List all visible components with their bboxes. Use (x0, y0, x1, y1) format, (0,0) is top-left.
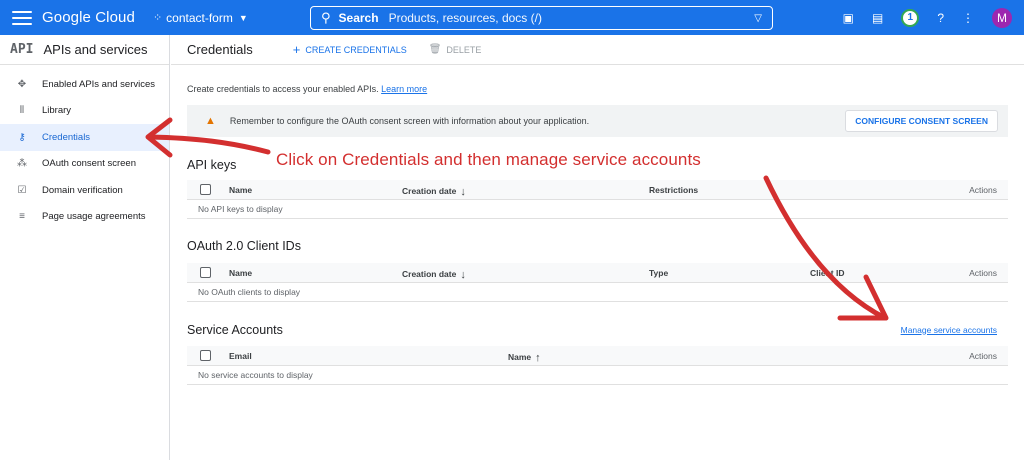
create-credentials-label: CREATE CREDENTIALS (305, 44, 407, 55)
api-icon: API (10, 42, 34, 57)
table-header: Email Name ↑ Actions (187, 346, 1008, 366)
oauth-clients-title: OAuth 2.0 Client IDs (187, 239, 301, 253)
column-header-name[interactable]: Name ↑ (508, 351, 541, 364)
delete-button[interactable]: 🗑 DELETE (429, 44, 482, 55)
column-header: Actions (969, 185, 997, 195)
manage-service-accounts-link[interactable]: Manage service accounts (901, 325, 997, 335)
more-vert-icon[interactable]: ⋮ (962, 11, 974, 25)
intro-message: Create credentials to access your enable… (187, 84, 379, 94)
learn-more-link[interactable]: Learn more (381, 84, 427, 94)
column-header[interactable]: Client ID (810, 268, 844, 278)
select-all-checkbox[interactable] (200, 184, 211, 195)
sidebar-item-label: Page usage agreements (42, 211, 146, 223)
service-accounts-title: Service Accounts (187, 322, 283, 337)
column-header[interactable]: Name (229, 268, 252, 278)
select-all-checkbox[interactable] (200, 350, 211, 361)
service-accounts-table: Email Name ↑ Actions No service accounts … (187, 346, 1008, 385)
settings-list-icon: ≡ (19, 211, 25, 223)
column-header[interactable]: Type (649, 268, 668, 278)
sidebar-item-label: OAuth consent screen (42, 158, 136, 170)
select-all-checkbox[interactable] (200, 267, 211, 278)
project-name: contact-form (166, 10, 233, 25)
project-selector[interactable]: ⁘ contact-form ▼ (153, 11, 248, 25)
top-app-bar: Google Cloud ⁘ contact-form ▼ ⚲ Search P… (0, 0, 1024, 35)
sidebar-item-label: Library (42, 105, 72, 117)
delete-label: DELETE (446, 44, 482, 55)
column-header[interactable]: Restrictions (649, 185, 698, 195)
empty-row: No OAuth clients to display (187, 283, 1008, 302)
arrow-down-icon: ↓ (460, 186, 466, 198)
add-icon: + (292, 42, 301, 57)
key-icon: ⚷ (18, 131, 26, 143)
enabled-apis-icon: ✥ (17, 78, 27, 90)
column-header[interactable]: Name (229, 185, 252, 195)
oauth-warning-banner: ▲ Remember to configure the OAuth consen… (187, 105, 1008, 137)
empty-row: No API keys to display (187, 200, 1008, 219)
search-input[interactable]: ⚲ Search Products, resources, docs (/) ▽ (310, 6, 773, 30)
column-header-creation-date[interactable]: Creation date ↓ (402, 185, 466, 198)
project-icon: ⁘ (152, 12, 163, 24)
google-cloud-logo[interactable]: Google Cloud (42, 9, 135, 26)
chevron-down-icon: ▼ (238, 12, 248, 23)
create-credentials-button[interactable]: + CREATE CREDENTIALS (293, 42, 407, 57)
column-header-creation-date[interactable]: Creation date ↓ (402, 268, 466, 281)
sidebar-item-label: Enabled APIs and services (42, 78, 156, 90)
sidebar-item-credentials[interactable]: ⚷ Credentials (0, 124, 169, 151)
cloud-shell-icon[interactable]: ▤ (872, 11, 883, 25)
configure-consent-screen-button[interactable]: CONFIGURE CONSENT SCREEN (845, 110, 998, 132)
empty-row: No service accounts to display (187, 366, 1008, 385)
page-header: Credentials + CREATE CREDENTIALS 🗑 DELET… (171, 35, 1024, 65)
sidebar-item-oauth-consent[interactable]: ⁂ OAuth consent screen (0, 151, 169, 178)
sidebar-title: APIs and services (43, 42, 148, 57)
intro-text: Create credentials to access your enable… (187, 84, 1008, 94)
search-icon: ⚲ (321, 10, 331, 25)
arrow-up-icon: ↑ (535, 352, 541, 364)
arrow-down-icon: ↓ (460, 269, 466, 281)
notification-badge[interactable]: 1 (901, 8, 920, 27)
main-content: Create credentials to access your enable… (187, 65, 1008, 385)
library-icon: ⦀ (19, 105, 25, 117)
warning-text: Remember to configure the OAuth consent … (229, 116, 590, 126)
sidebar-item-label: Domain verification (42, 184, 123, 196)
consent-icon: ⁂ (17, 158, 27, 170)
column-header: Actions (969, 351, 997, 361)
column-header: Actions (969, 268, 997, 278)
oauth-clients-table: Name Creation date ↓ Type Client ID Actio… (187, 263, 1008, 302)
sidebar-header: API APIs and services (0, 35, 169, 65)
search-placeholder: Products, resources, docs (/) (388, 11, 542, 25)
api-keys-title: API keys (187, 158, 237, 172)
help-icon[interactable]: ? (937, 11, 944, 25)
table-header: Name Creation date ↓ Type Client ID Actio… (187, 263, 1008, 283)
sidebar-item-enabled-apis[interactable]: ✥ Enabled APIs and services (0, 71, 169, 98)
column-header[interactable]: Email (229, 351, 252, 361)
sidebar-item-domain-verification[interactable]: ☑ Domain verification (0, 177, 169, 204)
search-label: Search (338, 11, 379, 25)
sidebar-item-library[interactable]: ⦀ Library (0, 98, 169, 125)
verification-icon: ☑ (17, 184, 27, 196)
menu-icon[interactable] (12, 10, 32, 25)
chevron-down-icon[interactable]: ▽ (754, 13, 762, 24)
gift-icon[interactable]: ▣ (843, 11, 854, 25)
toolbar-icons: ▣ ▤ 1 ? ⋮ M (843, 0, 1012, 35)
sidebar: API APIs and services ✥ Enabled APIs and… (0, 35, 170, 460)
avatar[interactable]: M (992, 7, 1012, 28)
warning-icon: ▲ (205, 115, 216, 127)
table-header: Name Creation date ↓ Restrictions Actions (187, 180, 1008, 200)
trash-icon: 🗑 (428, 44, 442, 55)
sidebar-item-label: Credentials (42, 131, 91, 143)
page-title: Credentials (187, 42, 253, 57)
api-keys-table: Name Creation date ↓ Restrictions Actions… (187, 180, 1008, 219)
sidebar-item-page-usage[interactable]: ≡ Page usage agreements (0, 204, 169, 231)
